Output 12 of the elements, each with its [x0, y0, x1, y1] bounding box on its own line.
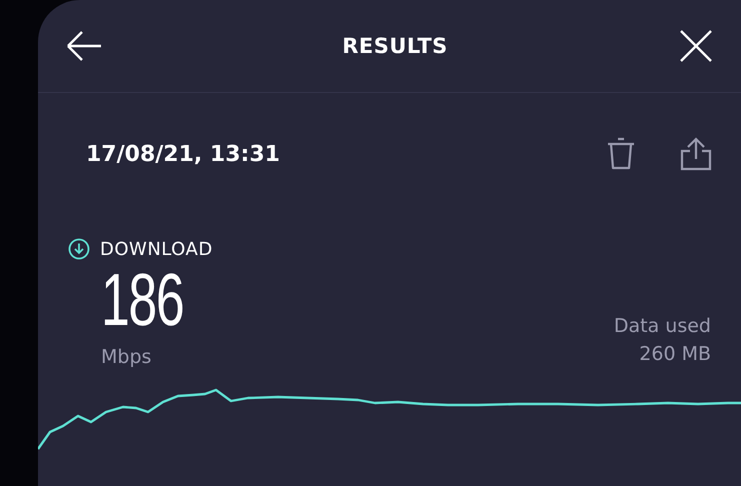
share-icon[interactable]	[680, 137, 712, 171]
download-icon	[68, 238, 90, 260]
back-arrow-icon[interactable]	[66, 30, 102, 62]
speed-unit: Mbps	[101, 346, 152, 368]
data-used-value: 260 MB	[639, 342, 711, 367]
download-speed: 186	[101, 260, 184, 340]
result-timestamp: 17/08/21, 13:31	[86, 142, 280, 166]
trash-icon[interactable]	[606, 137, 636, 171]
screen-title: RESULTS	[342, 34, 448, 58]
close-icon[interactable]	[680, 30, 712, 62]
download-label: DOWNLOAD	[100, 238, 213, 260]
data-used-label: Data used	[614, 314, 711, 339]
